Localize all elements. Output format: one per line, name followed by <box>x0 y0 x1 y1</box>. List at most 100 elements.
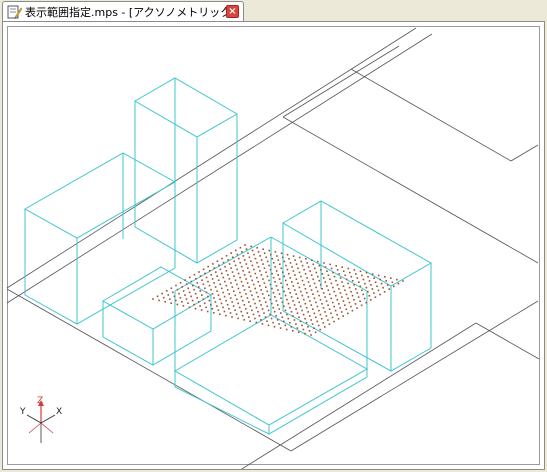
grid-dot <box>212 263 214 265</box>
grid-dot <box>276 319 279 321</box>
grid-dot <box>380 282 383 285</box>
grid-dot <box>297 282 299 285</box>
grid-dot <box>347 267 350 270</box>
document-window: 表示範囲指定.mps - [アクソノメトリック] × Z Y X <box>0 0 547 472</box>
grid-dot <box>219 298 221 301</box>
grid-dot <box>225 314 227 317</box>
grid-dot <box>319 328 321 331</box>
grid-dot <box>335 294 337 297</box>
grid-dot <box>308 315 311 317</box>
grid-dot <box>344 289 346 292</box>
grid-dot <box>214 286 217 288</box>
axonometric-viewport[interactable]: Z Y X <box>2 21 545 470</box>
grid-dot <box>254 257 257 260</box>
grid-dot <box>231 271 234 273</box>
grid-dot <box>339 307 341 309</box>
grid-dot <box>181 301 183 303</box>
grid-dot <box>248 271 251 273</box>
grid-dot <box>288 272 290 275</box>
grid-dot <box>295 278 298 280</box>
grid-dot <box>262 248 264 250</box>
grid-dot <box>260 259 263 261</box>
grid-dot <box>280 312 282 314</box>
grid-dot <box>274 296 276 298</box>
grid-dot <box>230 267 232 269</box>
grid-dot <box>233 275 235 277</box>
grid-dot <box>263 312 265 314</box>
grid-dot <box>322 292 325 294</box>
grid-dot <box>266 275 269 278</box>
grid-dot <box>239 291 241 294</box>
document-tab[interactable]: 表示範囲指定.mps - [アクソノメトリック] × <box>2 1 244 21</box>
grid-dot <box>298 271 301 274</box>
axis-x-label: X <box>56 407 62 417</box>
grid-dot <box>261 323 264 325</box>
grid-dot <box>336 299 339 301</box>
grid-dot <box>335 265 337 267</box>
grid-dot <box>239 276 241 279</box>
grid-dot <box>263 267 266 269</box>
grid-dot <box>263 252 266 254</box>
grid-dot <box>335 279 337 282</box>
grid-dot <box>353 299 355 301</box>
grid-dot <box>367 276 369 278</box>
grid-dot <box>296 297 299 299</box>
grid-dot <box>345 308 348 311</box>
grid-dot <box>246 297 249 299</box>
grid-dot <box>382 286 384 289</box>
grid-dot <box>336 284 339 286</box>
grid-dot <box>347 282 349 285</box>
grid-dot <box>365 286 368 289</box>
grid-dot <box>312 293 314 295</box>
grid-dot <box>166 290 168 292</box>
grid-dot <box>220 302 223 305</box>
grid-dot <box>272 306 274 309</box>
grid-dot <box>326 285 328 287</box>
grid-dot <box>379 293 381 296</box>
grid-dot <box>320 269 322 271</box>
buildings <box>23 77 433 435</box>
grid-dot <box>328 293 331 296</box>
close-icon[interactable]: × <box>226 5 239 18</box>
grid-dot <box>338 288 340 290</box>
grid-dot <box>244 244 246 246</box>
grid-dot <box>254 317 256 320</box>
grid-dot <box>287 287 290 290</box>
grid-dot <box>334 309 337 312</box>
grid-dot <box>223 295 226 298</box>
grid-dot <box>243 319 245 321</box>
grid-dot <box>205 306 207 309</box>
grid-dot <box>214 301 217 303</box>
grid-dot <box>314 331 317 334</box>
grid-dot <box>319 313 322 316</box>
grid-dot <box>282 320 285 323</box>
grid-dot <box>345 293 348 296</box>
grid-dot <box>336 269 339 271</box>
grid-dot <box>184 279 186 281</box>
grid-dot <box>324 296 326 298</box>
grid-dot <box>388 288 390 290</box>
grid-dot <box>355 273 357 275</box>
grid-dot <box>290 326 293 328</box>
grid-dot <box>328 323 331 325</box>
grid-dot <box>251 309 253 312</box>
grid-dot <box>371 273 374 275</box>
grid-dot <box>313 312 316 315</box>
grid-dot <box>306 262 308 264</box>
grid-dot <box>251 249 254 252</box>
grid-dot <box>231 316 233 318</box>
grid-dot <box>237 317 239 320</box>
grid-dot <box>248 301 250 303</box>
grid-dot <box>292 300 294 302</box>
grid-dot <box>383 291 386 293</box>
grid-dot <box>298 256 301 259</box>
grid-dot <box>269 283 272 286</box>
grid-dot <box>284 324 286 327</box>
grid-dot <box>318 294 320 297</box>
grid-dot <box>277 304 279 306</box>
grid-dot <box>301 309 303 312</box>
grid-dot <box>327 289 330 291</box>
grid-dot <box>253 253 255 256</box>
grid-dot <box>199 290 202 292</box>
grid-dot <box>270 317 273 320</box>
